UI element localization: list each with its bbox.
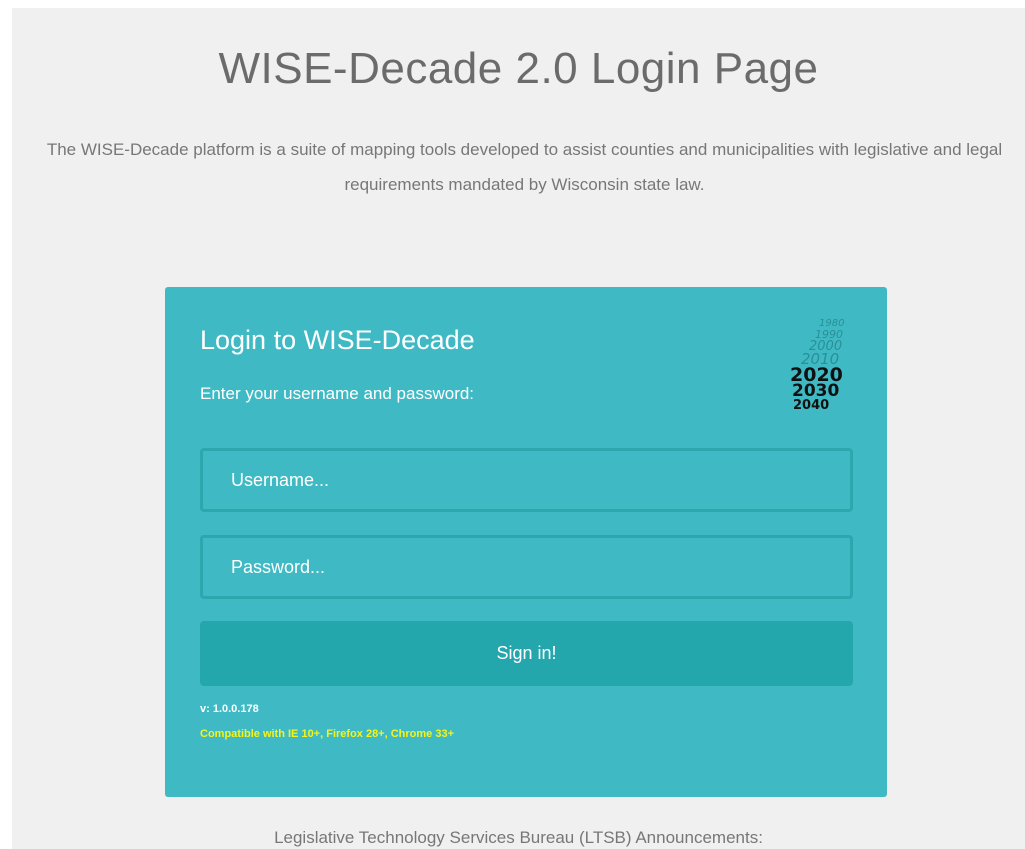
announcements-heading: Legislative Technology Services Bureau (… xyxy=(274,828,763,847)
compatibility-note: Compatible with IE 10+, Firefox 28+, Chr… xyxy=(200,728,454,740)
page-title: WISE-Decade 2.0 Login Page xyxy=(218,44,819,93)
decade-logo: 1980 1990 2000 2010 2020 2030 2040 xyxy=(777,319,857,419)
logo-year-2040: 2040 xyxy=(793,398,830,413)
password-input[interactable] xyxy=(200,535,853,599)
login-panel: Login to WISE-Decade Enter your username… xyxy=(165,287,887,797)
sign-in-button[interactable]: Sign in! xyxy=(200,621,853,686)
username-input[interactable] xyxy=(200,448,853,512)
page-description: The WISE-Decade platform is a suite of m… xyxy=(46,140,1003,194)
page-background: WISE-Decade 2.0 Login Page The WISE-Deca… xyxy=(12,8,1025,849)
login-subtitle: Enter your username and password: xyxy=(200,384,475,403)
version-label: v: 1.0.0.178 xyxy=(200,703,259,715)
login-title: Login to WISE-Decade xyxy=(200,325,475,355)
